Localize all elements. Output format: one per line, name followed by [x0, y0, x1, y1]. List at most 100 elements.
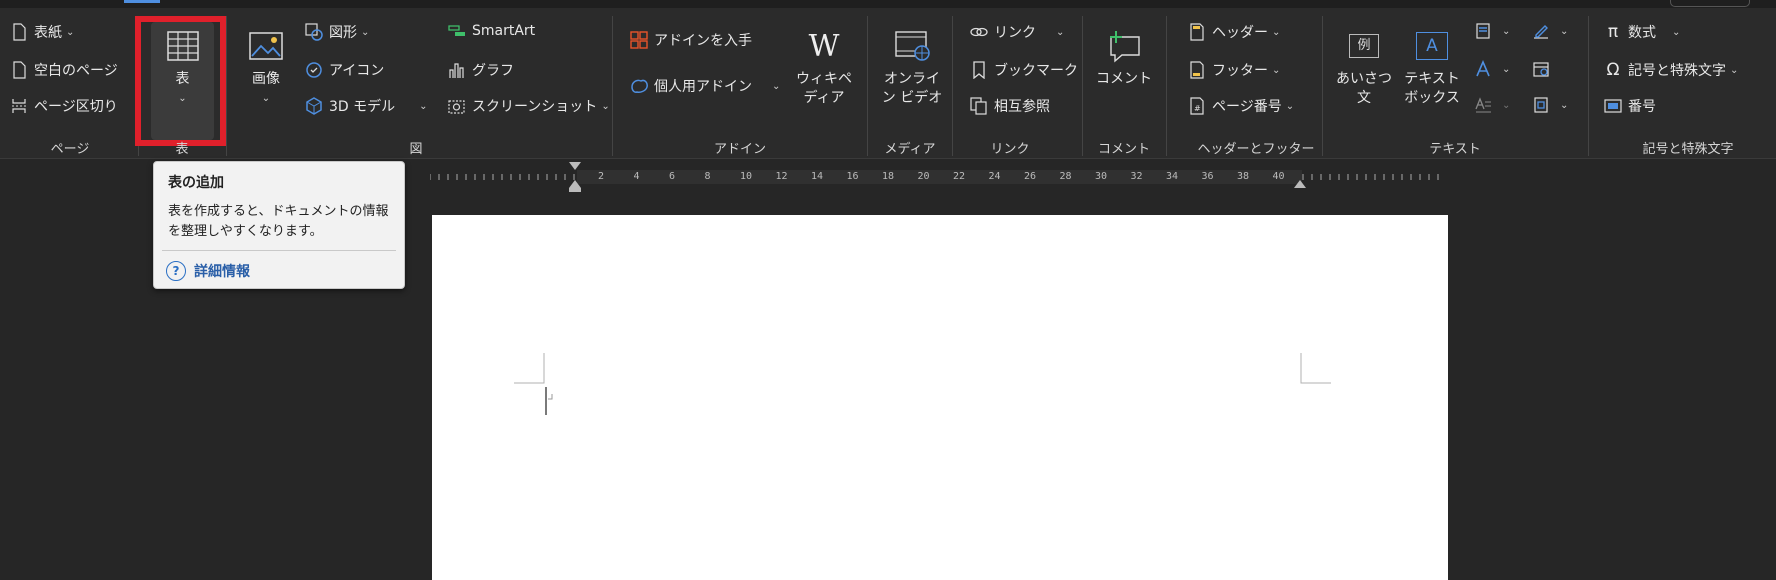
chart-icon [448, 61, 466, 79]
top-right-margin-mark [1300, 353, 1331, 384]
comment-button[interactable]: コメント [1090, 28, 1158, 89]
shapes-icon [305, 23, 323, 41]
my-addins-label: 個人用アドイン [654, 79, 752, 95]
online-video-button[interactable]: オンライ ン ビデオ [876, 28, 948, 108]
chevron-down-icon: ⌄ [1560, 25, 1569, 37]
shapes-button[interactable]: 図形 ⌄ [305, 22, 369, 42]
greeting-button[interactable]: 例 あいさつ 文 [1334, 28, 1394, 108]
ruler-label: 38 [1237, 171, 1250, 182]
image-button[interactable]: 画像 ⌄ [236, 28, 296, 108]
online-video-icon [894, 28, 930, 64]
cube-icon [305, 97, 323, 115]
textbox-button[interactable]: A テキスト ボックス [1398, 28, 1466, 108]
chevron-down-icon: ⌄ [1502, 63, 1511, 75]
signature-line-button[interactable]: ⌄ [1532, 22, 1568, 40]
get-addins-button[interactable]: アドインを入手 [630, 30, 752, 50]
footer-label: フッター [1212, 63, 1268, 79]
ruler-label: 4 [633, 171, 640, 182]
number-label: 番号 [1628, 99, 1656, 115]
ribbon-insert: 表紙 ⌄ 空白のページ ページ区切り ページ 表 ⌄ 表 画像 ⌄ 図形 ⌄ ア… [0, 8, 1776, 159]
textbox-label-line1: テキスト [1404, 71, 1460, 87]
image-icon [248, 28, 284, 64]
symbol-button[interactable]: Ω 記号と特殊文字 ⌄ [1604, 60, 1739, 80]
example-box-icon: 例 [1346, 28, 1382, 64]
wordart-icon [1474, 60, 1492, 78]
chevron-down-icon: ⌄ [419, 100, 428, 112]
tooltip-title: 表の追加 [168, 175, 224, 191]
header-button[interactable]: ヘッダー ⌄ [1188, 22, 1280, 42]
link-icon [970, 23, 988, 41]
first-line-indent-marker[interactable] [569, 162, 581, 170]
document-page[interactable] [432, 215, 1448, 580]
comment-button-label: コメント [1096, 71, 1152, 87]
object-button[interactable]: ⌄ [1532, 96, 1568, 114]
chevron-down-icon: ⌄ [66, 26, 75, 38]
store-icon [630, 31, 648, 49]
ruler-label: 26 [1024, 171, 1037, 182]
page-number-icon: # [1188, 97, 1206, 115]
footer-icon [1188, 61, 1206, 79]
3d-model-button[interactable]: 3D モデル ⌄ [305, 96, 428, 116]
paragraph-mark [548, 394, 553, 400]
equation-button[interactable]: π 数式 ⌄ [1604, 22, 1681, 42]
group-separator [226, 16, 227, 156]
page-break-button[interactable]: ページ区切り [10, 96, 118, 116]
tooltip-link-label: 詳細情報 [194, 264, 250, 280]
svg-text:#: # [1194, 104, 1201, 113]
ruler-label: 18 [882, 171, 895, 182]
hanging-indent-marker[interactable] [569, 180, 581, 188]
chevron-down-icon: ⌄ [1730, 64, 1739, 76]
title-bar-button[interactable] [1670, 0, 1750, 7]
chevron-down-icon: ⌄ [1560, 99, 1569, 111]
footer-button[interactable]: フッター ⌄ [1188, 60, 1280, 80]
chart-label: グラフ [472, 63, 514, 79]
ruler-label: 28 [1059, 171, 1072, 182]
top-left-margin-mark [514, 353, 545, 384]
group-separator [1082, 16, 1083, 156]
ruler-label: 10 [740, 171, 753, 182]
group-label-table: 表 [175, 142, 189, 157]
quick-parts-button[interactable]: ⌄ [1474, 22, 1510, 40]
group-label-symbols: 記号と特殊文字 [1642, 142, 1734, 157]
help-icon: ? [166, 261, 186, 281]
ruler-label: 22 [953, 171, 966, 182]
bookmark-button[interactable]: ブックマーク [970, 60, 1078, 80]
page-number-button[interactable]: # ページ番号 ⌄ [1188, 96, 1294, 116]
wordart-button[interactable]: ⌄ [1474, 60, 1510, 78]
my-addins-icon [630, 77, 648, 95]
cross-reference-label: 相互参照 [994, 99, 1050, 115]
screenshot-button[interactable]: スクリーンショット ⌄ [448, 96, 610, 116]
right-indent-marker[interactable] [1294, 180, 1306, 188]
cover-page-button[interactable]: 表紙 ⌄ [10, 22, 74, 42]
date-time-button[interactable] [1532, 60, 1556, 78]
smartart-button[interactable]: SmartArt [448, 22, 535, 40]
left-indent-marker[interactable] [569, 188, 581, 192]
wikipedia-icon: W [808, 28, 840, 64]
screenshot-label: スクリーンショット [472, 99, 598, 115]
group-label-comments: コメント [1097, 142, 1150, 157]
pi-icon: π [1607, 22, 1619, 42]
blank-page-button[interactable]: 空白のページ [10, 60, 118, 80]
icons-button[interactable]: アイコン [305, 60, 384, 80]
cover-page-icon [10, 23, 28, 41]
number-icon [1604, 97, 1622, 115]
icons-icon [305, 61, 323, 79]
cover-page-label: 表紙 [34, 25, 62, 41]
chart-button[interactable]: グラフ [448, 60, 514, 80]
ruler-label: 20 [917, 171, 930, 182]
group-separator [867, 16, 868, 156]
page-number-label: ページ番号 [1212, 99, 1282, 115]
group-separator [612, 16, 613, 156]
tooltip-body: 表を作成すると、ドキュメントの情報を整理しやすくなります。 [168, 204, 389, 239]
cross-reference-button[interactable]: 相互参照 [970, 96, 1050, 116]
my-addins-button[interactable]: 個人用アドイン ⌄ [630, 76, 780, 96]
number-button[interactable]: 番号 [1604, 96, 1656, 116]
link-button[interactable]: リンク ⌄ [970, 22, 1064, 42]
tooltip-learn-more-link[interactable]: ? 詳細情報 [166, 261, 250, 281]
group-separator [1322, 16, 1323, 156]
ruler-label: 14 [811, 171, 824, 182]
chevron-down-icon: ⌄ [1502, 99, 1511, 111]
wikipedia-label-line1: ウィキペ [796, 71, 852, 87]
wikipedia-button[interactable]: W ウィキペ ディア [790, 28, 858, 108]
quick-parts-icon [1474, 22, 1492, 40]
